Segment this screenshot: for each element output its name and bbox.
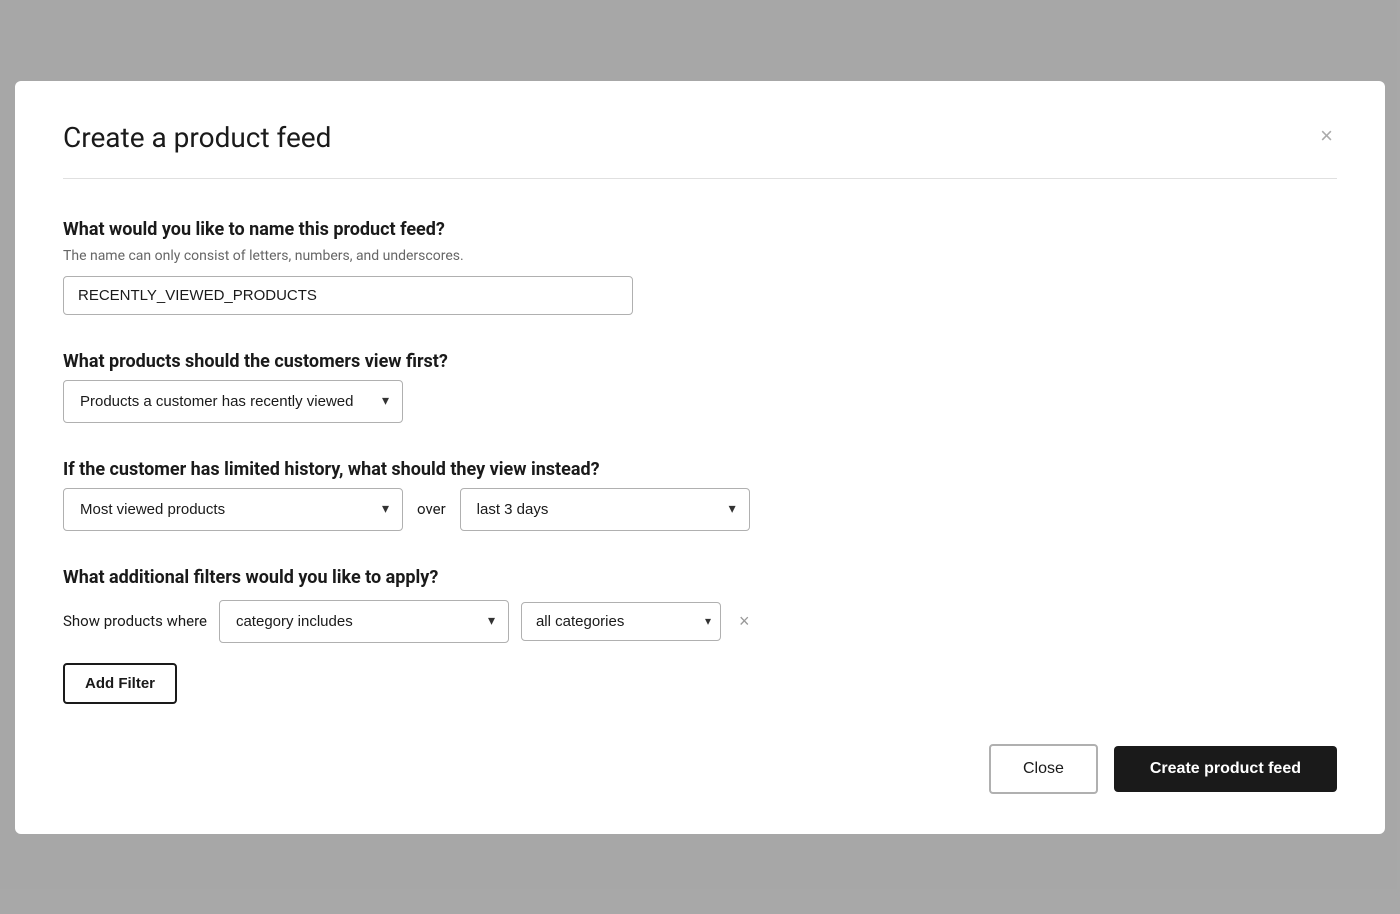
remove-filter-button[interactable]: × [733, 610, 756, 632]
fallback-question: If the customer has limited history, wha… [63, 459, 1337, 480]
modal-title: Create a product feed [63, 121, 331, 154]
feed-name-input[interactable] [63, 276, 633, 315]
fallback-row: Most viewed products Trending products N… [63, 488, 1337, 531]
close-button[interactable]: Close [989, 744, 1098, 794]
filter-row: Show products where category includes ca… [63, 600, 1337, 643]
period-select-wrapper: last 3 days last 7 days last 14 days las… [460, 488, 750, 531]
filter-type-select[interactable]: category includes category excludes pric… [219, 600, 509, 643]
name-question: What would you like to name this product… [63, 219, 1337, 240]
filters-section: What additional filters would you like t… [63, 567, 1337, 704]
fallback-section: If the customer has limited history, wha… [63, 459, 1337, 531]
fallback-select[interactable]: Most viewed products Trending products N… [63, 488, 403, 531]
view-first-select[interactable]: Products a customer has recently viewed … [63, 380, 403, 423]
name-hint: The name can only consist of letters, nu… [63, 248, 1337, 264]
fallback-select-wrapper: Most viewed products Trending products N… [63, 488, 403, 531]
categories-select[interactable]: all categories electronics clothing home… [521, 602, 721, 641]
name-section: What would you like to name this product… [63, 219, 1337, 315]
modal-dialog: Create a product feed × What would you l… [15, 81, 1385, 834]
filter-type-wrapper: category includes category excludes pric… [219, 600, 509, 643]
categories-wrapper: all categories electronics clothing home… [521, 602, 721, 641]
modal-divider [63, 178, 1337, 179]
show-products-label: Show products where [63, 612, 207, 630]
close-x-button[interactable]: × [1316, 121, 1337, 151]
modal-header: Create a product feed × [63, 121, 1337, 154]
over-label: over [417, 500, 446, 518]
filters-question: What additional filters would you like t… [63, 567, 1337, 588]
add-filter-button[interactable]: Add Filter [63, 663, 177, 704]
modal-footer: Close Create product feed [63, 744, 1337, 794]
modal-overlay: Create a product feed × What would you l… [0, 0, 1400, 914]
period-select[interactable]: last 3 days last 7 days last 14 days las… [460, 488, 750, 531]
create-feed-button[interactable]: Create product feed [1114, 746, 1337, 792]
view-first-question: What products should the customers view … [63, 351, 1337, 372]
view-first-select-wrapper: Products a customer has recently viewed … [63, 380, 403, 423]
view-first-section: What products should the customers view … [63, 351, 1337, 423]
